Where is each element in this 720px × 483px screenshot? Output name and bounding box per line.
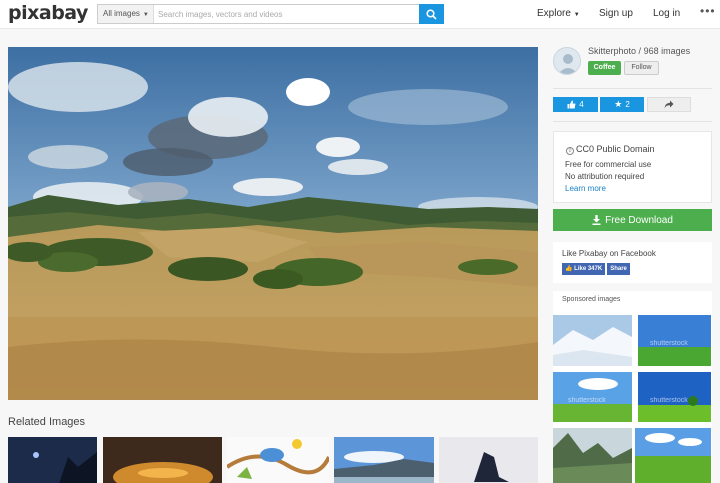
sponsored-image[interactable] bbox=[553, 428, 632, 483]
nav-login[interactable]: Log in bbox=[653, 8, 680, 19]
learn-more-link[interactable]: Learn more bbox=[565, 184, 606, 193]
user-icon bbox=[558, 54, 578, 74]
author-avatar[interactable] bbox=[553, 47, 581, 75]
coffee-button[interactable]: Coffee bbox=[588, 61, 621, 75]
more-menu-button[interactable]: ••• bbox=[700, 4, 716, 18]
nav-explore[interactable]: Explore ▼ bbox=[537, 8, 580, 19]
divider bbox=[553, 121, 712, 122]
license-title: 0 CC0 Public Domain bbox=[566, 144, 655, 155]
facebook-like-button[interactable]: 👍 Like 347K bbox=[562, 263, 606, 275]
search-filter-label: All images bbox=[103, 9, 140, 18]
shutterstock-watermark: shutterstock bbox=[568, 397, 606, 404]
sponsored-image[interactable] bbox=[553, 315, 632, 366]
favorite-button[interactable]: ★ 2 bbox=[600, 97, 644, 112]
search-button[interactable] bbox=[419, 4, 444, 24]
facebook-text: Like Pixabay on Facebook bbox=[562, 249, 656, 258]
facebook-share-button[interactable]: Share bbox=[607, 263, 630, 275]
download-icon bbox=[592, 215, 601, 225]
pixabay-logo[interactable]: pixabay bbox=[8, 2, 88, 24]
author-image-count: 968 images bbox=[643, 46, 691, 56]
follow-button[interactable]: Follow bbox=[624, 61, 659, 75]
thumbs-up-icon: 👍 bbox=[565, 266, 573, 272]
chevron-down-icon: ▼ bbox=[573, 12, 580, 18]
sponsored-images-heading: Sponsored images bbox=[562, 296, 621, 303]
thumbs-up-icon bbox=[567, 100, 576, 109]
related-image-thumb[interactable] bbox=[439, 437, 538, 483]
sponsored-image[interactable]: shutterstock bbox=[638, 372, 711, 422]
author-name[interactable]: Skitterphoto bbox=[588, 46, 636, 56]
shutterstock-watermark: shutterstock bbox=[650, 397, 688, 404]
like-count: 4 bbox=[579, 100, 584, 109]
divider bbox=[553, 88, 712, 89]
search-box: All images ▼ bbox=[97, 4, 444, 24]
license-box: 0 CC0 Public Domain Free for commercial u… bbox=[553, 131, 712, 203]
related-image-thumb[interactable] bbox=[103, 437, 222, 483]
license-line-commercial: Free for commercial use bbox=[565, 160, 652, 169]
free-download-button[interactable]: Free Download bbox=[553, 209, 712, 231]
top-bar: pixabay All images▼ Explore ▼ Sign up Lo… bbox=[0, 0, 720, 29]
search-icon bbox=[426, 8, 437, 20]
landscape-image bbox=[8, 47, 538, 400]
share-button[interactable] bbox=[647, 97, 691, 112]
sponsored-images-box: Sponsored images shutterstock shuttersto… bbox=[553, 291, 712, 483]
sponsored-image[interactable] bbox=[635, 428, 711, 483]
sponsored-image[interactable]: shutterstock bbox=[638, 315, 711, 366]
chevron-down-icon: ▼ bbox=[142, 12, 149, 18]
related-image-thumb[interactable] bbox=[8, 437, 97, 483]
shutterstock-watermark: shutterstock bbox=[650, 340, 688, 347]
related-images-heading: Related Images bbox=[8, 416, 86, 428]
facebook-box: Like Pixabay on Facebook 👍 Like 347K Sha… bbox=[553, 242, 712, 283]
facebook-buttons: 👍 Like 347K Share bbox=[562, 263, 630, 275]
license-line-attribution: No attribution required bbox=[565, 172, 645, 181]
search-input[interactable] bbox=[156, 5, 418, 23]
license-title-text: CC0 Public Domain bbox=[576, 144, 655, 154]
related-image-thumb[interactable] bbox=[227, 437, 329, 483]
main-photo[interactable] bbox=[8, 47, 538, 400]
sponsored-image[interactable]: shutterstock bbox=[553, 372, 632, 422]
facebook-like-label: Like 347K bbox=[574, 266, 603, 272]
share-arrow-icon bbox=[664, 100, 674, 109]
related-image-thumb[interactable] bbox=[334, 437, 434, 483]
favorite-count: 2 bbox=[625, 100, 630, 109]
star-icon: ★ bbox=[614, 99, 623, 109]
like-button[interactable]: 4 bbox=[553, 97, 598, 112]
author-info: Skitterphoto / 968 images bbox=[588, 46, 690, 56]
search-filter-dropdown[interactable]: All images ▼ bbox=[98, 5, 154, 23]
nav-explore-label: Explore bbox=[537, 8, 571, 19]
nav-signup[interactable]: Sign up bbox=[599, 8, 633, 19]
free-download-label: Free Download bbox=[605, 214, 673, 226]
cc0-icon: 0 bbox=[566, 147, 574, 155]
